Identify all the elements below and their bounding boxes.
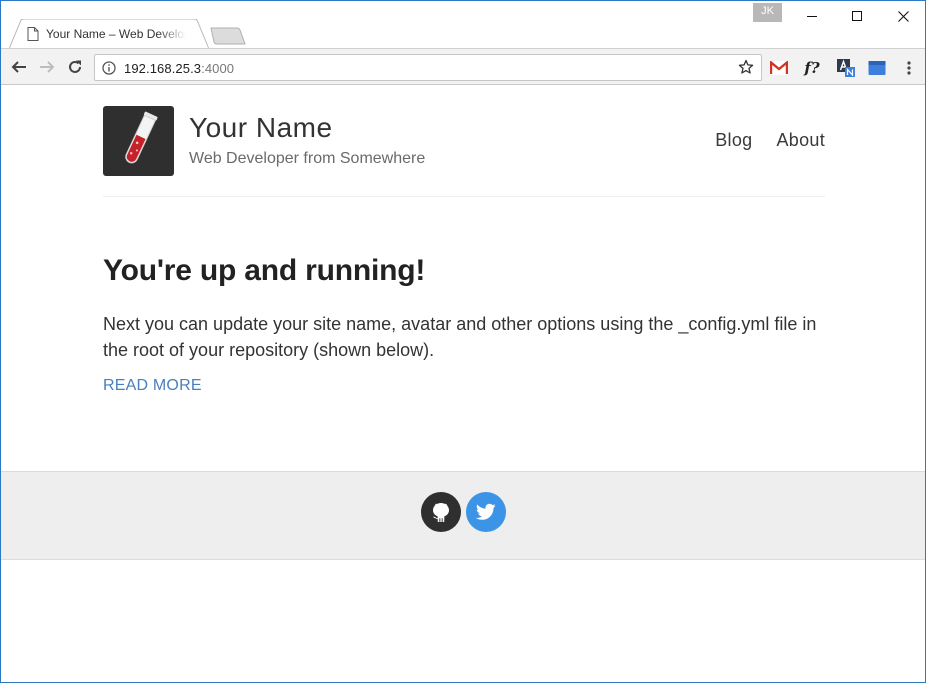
tab-strip: Your Name – Web Developer from Somewhere… xyxy=(1,1,925,49)
post-excerpt: You're up and running! Next you can upda… xyxy=(103,254,825,395)
avatar[interactable] xyxy=(103,106,174,176)
forward-button[interactable] xyxy=(36,56,58,78)
kebab-menu-icon xyxy=(907,61,911,75)
translate-icon xyxy=(837,59,855,77)
reload-icon xyxy=(69,60,81,73)
browser-toolbar: 192.168.25.3:4000 f? xyxy=(1,48,925,85)
close-button[interactable] xyxy=(880,1,925,31)
close-icon xyxy=(897,10,909,22)
cast-extension[interactable] xyxy=(867,58,887,78)
post-summary: Next you can update your site name, avat… xyxy=(103,314,817,360)
post-title[interactable]: You're up and running! xyxy=(103,254,825,288)
twitter-icon xyxy=(476,503,496,520)
cast-icon xyxy=(868,61,886,75)
new-tab-button[interactable] xyxy=(210,27,246,45)
github-link[interactable] xyxy=(421,492,461,532)
site-nav: Blog About xyxy=(715,130,825,151)
translate-extension[interactable] xyxy=(836,58,856,78)
maximize-button[interactable] xyxy=(834,1,880,31)
font-finder-icon[interactable]: f? xyxy=(802,58,822,78)
site-name[interactable]: Your Name xyxy=(189,112,333,144)
test-tube-icon xyxy=(125,111,158,164)
maximize-icon xyxy=(852,11,862,21)
back-button[interactable] xyxy=(8,56,30,78)
site-header: Your Name Web Developer from Somewhere B… xyxy=(103,106,825,197)
reload-button[interactable] xyxy=(64,56,86,78)
gmail-extension[interactable] xyxy=(769,58,789,78)
address-host: 192.168.25.3 xyxy=(124,61,202,76)
twitter-link[interactable] xyxy=(466,492,506,532)
address-port: :4000 xyxy=(201,61,235,76)
info-icon[interactable] xyxy=(102,61,116,75)
page-icon xyxy=(27,27,39,41)
address-bar[interactable]: 192.168.25.3:4000 xyxy=(94,54,762,81)
nav-link-about[interactable]: About xyxy=(776,130,825,151)
arrow-left-icon xyxy=(11,61,26,73)
tab-title: Your Name – Web Developer from Somewhere xyxy=(46,27,186,41)
gmail-icon xyxy=(770,61,788,75)
star-icon[interactable] xyxy=(738,59,754,75)
site-footer xyxy=(1,471,925,560)
github-icon xyxy=(433,503,449,522)
browser-window: Your Name – Web Developer from Somewhere… xyxy=(0,0,926,683)
arrow-right-icon xyxy=(40,61,55,73)
minimize-button[interactable] xyxy=(789,1,835,31)
page-viewport: Your Name Web Developer from Somewhere B… xyxy=(1,86,925,682)
browser-tab[interactable]: Your Name – Web Developer from Somewhere xyxy=(9,19,209,49)
nav-link-blog[interactable]: Blog xyxy=(715,130,752,151)
profile-badge[interactable]: JK xyxy=(753,3,782,22)
address-text: 192.168.25.3:4000 xyxy=(124,61,234,76)
minimize-icon xyxy=(807,16,817,17)
read-more-link[interactable]: READ MORE xyxy=(103,377,202,395)
site-description: Web Developer from Somewhere xyxy=(189,150,426,167)
browser-menu-button[interactable] xyxy=(899,58,919,78)
